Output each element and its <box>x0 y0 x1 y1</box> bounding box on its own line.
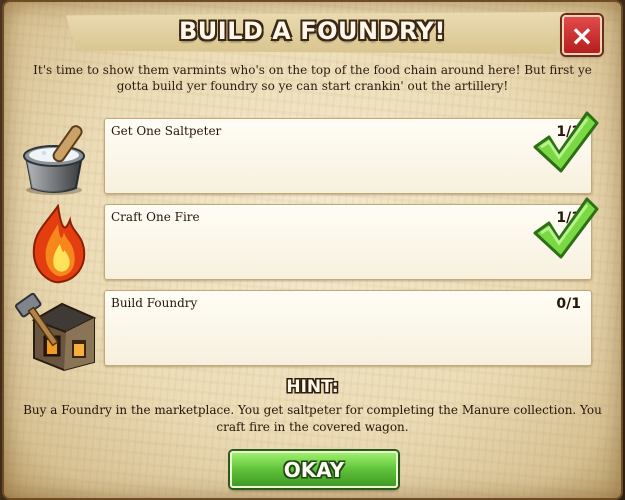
task-label: Craft One Fire <box>111 210 200 224</box>
dialog-panel: BUILD A FOUNDRY! × It's time to show the… <box>4 2 621 498</box>
dialog-title: BUILD A FOUNDRY! <box>179 17 446 45</box>
task-box: Get One Saltpeter 1/1 <box>104 111 599 194</box>
dialog-intro: It's time to show them varmints who's on… <box>33 63 592 93</box>
saltpeter-icon <box>23 125 85 195</box>
task-box: Build Foundry 0/1 <box>104 290 592 366</box>
task-label: Get One Saltpeter <box>111 124 222 138</box>
task-row-fire: Craft One Fire 1/1 <box>14 197 599 286</box>
checkmark-icon <box>533 111 599 173</box>
close-icon: × <box>570 18 594 52</box>
foundry-icon <box>14 292 97 372</box>
checkmark-icon <box>533 197 599 259</box>
task-row-saltpeter: Get One Saltpeter 1/1 <box>14 111 599 200</box>
task-progress: 0/1 <box>556 296 581 312</box>
hint-text: Buy a Foundry in the marketplace. You ge… <box>23 403 602 434</box>
task-label: Build Foundry <box>111 296 198 310</box>
fire-icon <box>32 204 86 284</box>
close-button[interactable]: × <box>562 15 602 55</box>
task-row-foundry: Build Foundry 0/1 <box>14 290 594 372</box>
hint-label: HINT: <box>286 377 339 397</box>
task-box: Craft One Fire 1/1 <box>104 197 599 280</box>
okay-button[interactable]: OKAY <box>230 451 398 488</box>
